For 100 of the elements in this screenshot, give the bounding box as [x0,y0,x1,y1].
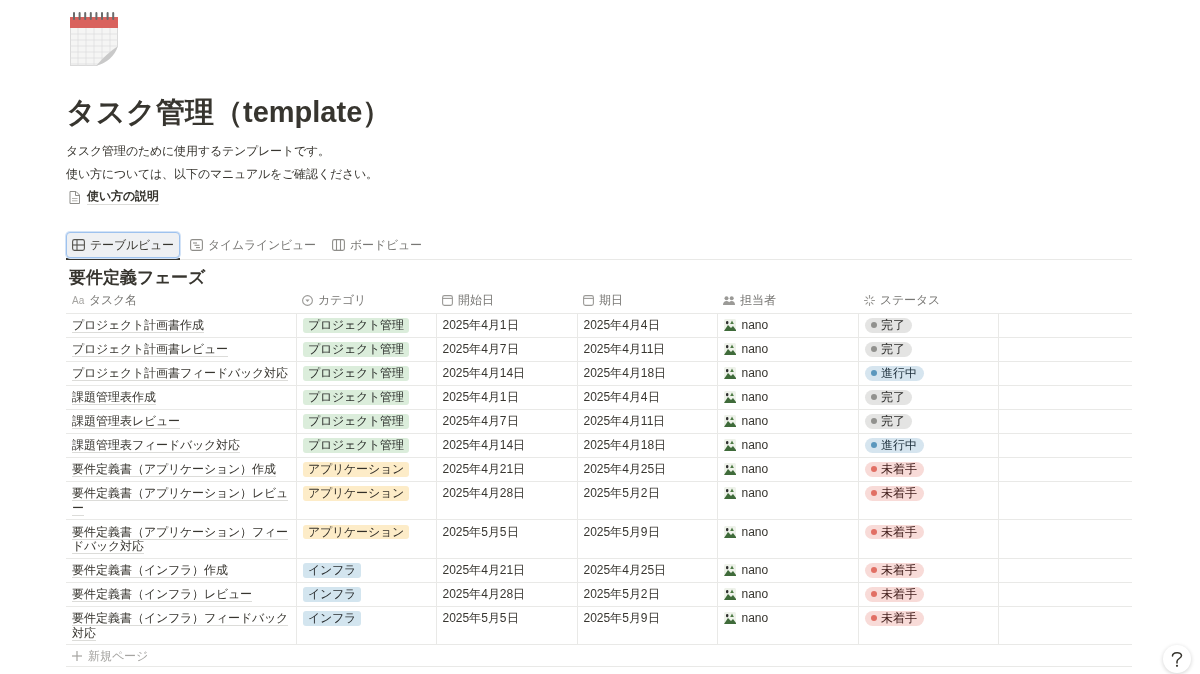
description-text: 使い方については、以下のマニュアルをご確認ください。 [66,166,378,183]
status-label: 完了 [880,414,905,429]
status-label: 進行中 [880,366,917,381]
category-tag: インフラ [302,563,361,578]
assignee-name: nano [741,390,769,405]
task-title[interactable]: 要件定義書（アプリケーション）作成 [72,462,276,477]
task-title[interactable]: 要件定義書（インフラ）フィードバック対応 [72,611,290,640]
column-header[interactable]: ステータス [880,293,940,309]
status-label: 完了 [880,342,905,357]
calendar-property-icon [583,295,594,307]
section-heading: 要件定義フェーズ [68,267,205,288]
plus-icon [72,650,82,661]
assignee-name: nano [741,318,769,333]
view-tab[interactable]: ボードビュー [326,232,428,258]
assignee-name: nano [741,611,769,626]
column-header[interactable]: 開始日 [458,293,494,309]
status-label: 未着手 [880,462,917,477]
assignee-name: nano [741,587,769,602]
avatar-icon [723,564,736,577]
task-title[interactable]: プロジェクト計画書レビュー [72,342,228,357]
category-tag: プロジェクト管理 [302,414,409,429]
help-icon [1171,651,1183,667]
date-text: 2025年5月5日 [442,611,519,625]
category-tag: アプリケーション [302,486,409,501]
task-title[interactable]: 要件定義書（インフラ）レビュー [72,587,252,602]
status-label: 未着手 [880,611,917,626]
date-text: 2025年4月7日 [442,342,519,356]
date-text: 2025年4月21日 [442,563,526,577]
column-header[interactable]: 期日 [599,293,623,309]
date-text: 2025年4月28日 [442,486,526,500]
manual-link[interactable]: 使い方の説明 [87,189,159,205]
table-icon [72,239,85,251]
category-tag: アプリケーション [302,524,409,539]
avatar-icon [723,319,736,332]
task-title[interactable]: 課題管理表フィードバック対応 [72,438,240,453]
avatar-icon [723,343,736,356]
status-label: 未着手 [880,563,917,578]
task-title[interactable]: 課題管理表レビュー [72,414,180,429]
date-text: 2025年4月25日 [583,563,667,577]
date-text: 2025年4月7日 [442,414,519,428]
date-text: 2025年5月2日 [583,587,660,601]
assignee-name: nano [741,486,769,501]
assignee-name: nano [741,438,769,453]
assignee-name: nano [741,342,769,357]
task-title[interactable]: 要件定義書（インフラ）作成 [72,563,228,578]
date-text: 2025年4月18日 [583,366,667,380]
view-tab[interactable]: テーブルビュー [66,232,180,258]
date-text: 2025年5月9日 [583,611,660,625]
date-text: 2025年4月11日 [583,342,666,356]
page-title: タスク管理（template） [66,95,392,130]
category-tag: プロジェクト管理 [302,318,409,333]
avatar-icon [723,463,736,476]
avatar-icon [723,367,736,380]
status-label: 未着手 [880,486,917,501]
category-tag: アプリケーション [302,462,409,477]
column-header[interactable]: タスク名 [89,293,138,309]
task-title[interactable]: プロジェクト計画書フィードバック対応 [72,366,288,381]
category-tag: プロジェクト管理 [302,342,409,357]
column-header[interactable]: 担当者 [740,293,776,309]
date-text: 2025年5月2日 [583,486,660,500]
task-title[interactable]: 要件定義書（アプリケーション）レビュー [72,486,290,515]
dropdown-property-icon [302,295,313,307]
avatar-icon [723,487,736,500]
date-text: 2025年4月14日 [442,366,526,380]
category-tag: プロジェクト管理 [302,366,409,381]
date-text: 2025年4月14日 [442,438,526,452]
description-text: タスク管理のために使用するテンプレートです。 [66,143,330,160]
text-property-icon: Aa [72,293,85,309]
avatar-icon [723,391,736,404]
view-tab[interactable]: タイムラインビュー [184,232,322,258]
avatar-icon [723,439,736,452]
date-text: 2025年4月28日 [442,587,526,601]
help-button[interactable] [1163,645,1191,673]
avatar-icon [723,588,736,601]
date-text: 2025年4月1日 [442,390,519,404]
avatar-icon [723,525,736,538]
assignee-name: nano [741,366,769,381]
status-label: 完了 [880,318,905,333]
avatar-icon [723,415,736,428]
task-title[interactable]: 要件定義書（アプリケーション）フィードバック対応 [72,524,290,554]
avatar-icon [723,612,736,625]
date-text: 2025年4月4日 [583,390,660,404]
status-label: 完了 [880,390,905,405]
date-text: 2025年4月11日 [583,414,666,428]
category-tag: プロジェクト管理 [302,390,409,405]
date-text: 2025年5月5日 [442,524,519,539]
task-title[interactable]: プロジェクト計画書作成 [72,318,204,333]
status-label: 未着手 [880,587,917,602]
assignee-name: nano [741,462,769,477]
date-text: 2025年4月21日 [442,462,526,476]
date-text: 2025年5月9日 [583,524,660,539]
status-label: 未着手 [880,524,917,539]
timeline-icon [190,239,203,251]
column-header[interactable]: カテゴリ [318,293,366,309]
calendar-icon [70,12,118,66]
document-icon [69,190,80,204]
status-label: 進行中 [880,438,917,453]
assignee-name: nano [741,414,769,429]
board-icon [332,239,345,251]
task-title[interactable]: 課題管理表作成 [72,390,156,405]
